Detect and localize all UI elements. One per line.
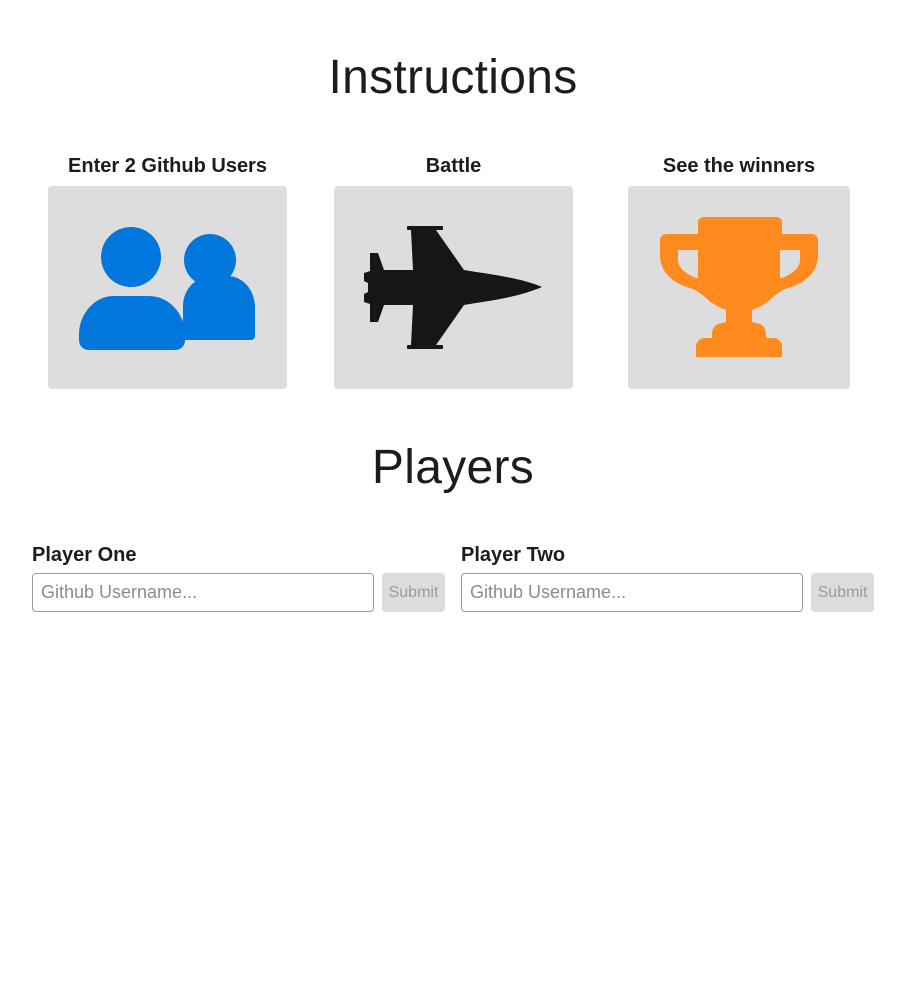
player-two-username-input[interactable] (461, 573, 803, 612)
player-one-username-input[interactable] (32, 573, 374, 612)
players-title: Players (371, 441, 535, 494)
trophy-icon (660, 217, 818, 357)
step-card (334, 186, 573, 389)
step-card (628, 186, 850, 389)
instructions-title: Instructions (328, 51, 578, 104)
step-enter-users: Enter 2 Github Users (48, 154, 287, 389)
users-icon (79, 227, 255, 350)
battle-page: Instructions Enter 2 Github Users Battle (0, 0, 906, 987)
player-two-row: Submit (461, 573, 874, 612)
fighter-jet-icon (364, 226, 542, 349)
step-label: Enter 2 Github Users (68, 155, 267, 177)
step-battle: Battle (334, 154, 573, 389)
player-one-form: Player One Submit (32, 543, 445, 612)
player-two-submit-button[interactable]: Submit (811, 573, 874, 612)
step-label: Battle (425, 155, 482, 177)
player-two-form: Player Two Submit (461, 543, 874, 612)
player-one-row: Submit (32, 573, 445, 612)
step-label: See the winners (662, 155, 816, 177)
step-see-winners: See the winners (628, 154, 850, 389)
player-two-label: Player Two (461, 544, 566, 566)
player-one-label: Player One (32, 544, 137, 566)
player-one-submit-button[interactable]: Submit (382, 573, 445, 612)
step-card (48, 186, 287, 389)
